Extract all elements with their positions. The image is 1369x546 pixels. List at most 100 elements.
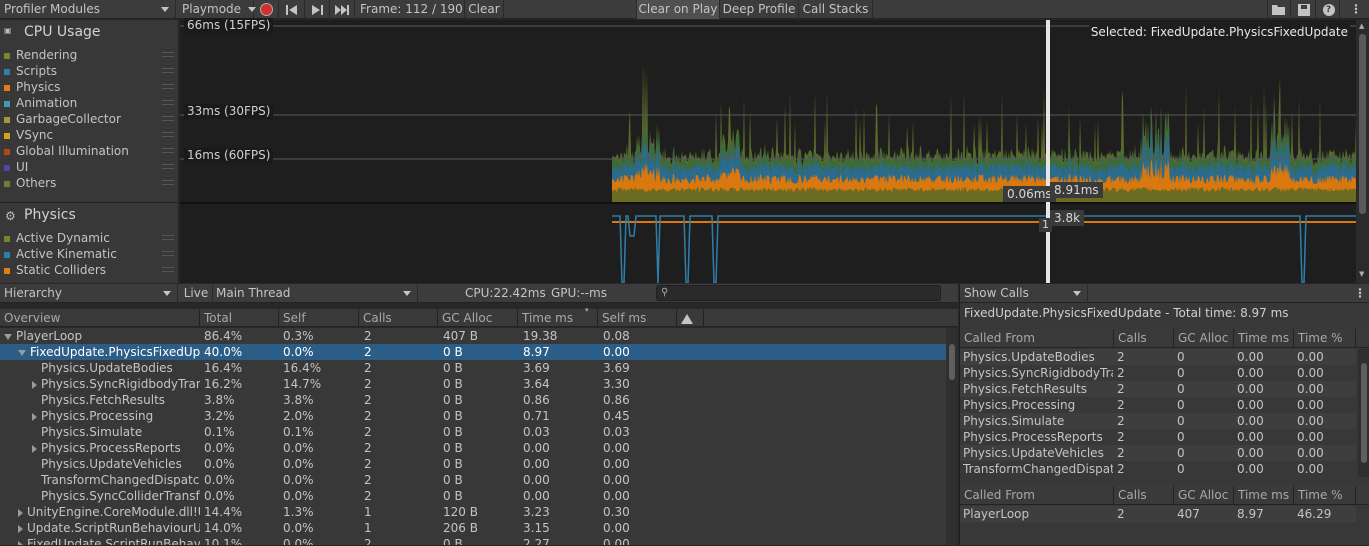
save-button[interactable] (1292, 0, 1316, 19)
load-button[interactable] (1267, 0, 1291, 19)
cpu-series-7[interactable]: UI (4, 159, 179, 175)
drag-handle-icon[interactable] (162, 251, 174, 256)
cpu-module-title[interactable]: CPU Usage (24, 24, 101, 40)
deep-profile-toggle[interactable]: Deep Profile (720, 0, 799, 19)
table-row[interactable]: UnityEngine.CoreModule.dll!UnityEngine 14… (0, 504, 946, 520)
drag-handle-icon[interactable] (162, 148, 174, 153)
scroll-up-icon[interactable]: ▲ (1359, 22, 1364, 30)
drag-handle-icon[interactable] (162, 84, 174, 89)
callers-scrollbar[interactable] (1358, 349, 1369, 477)
detail-column-0[interactable]: Called From (960, 486, 1114, 505)
drag-handle-icon[interactable] (162, 132, 174, 137)
expand-arrow-closed-icon[interactable] (18, 508, 23, 517)
detail-column-1[interactable]: Calls (1114, 329, 1174, 348)
detail-row[interactable]: PlayerLoop 2 407 8.97 46.29 (960, 506, 1356, 522)
cpu-series-0[interactable]: Rendering (4, 47, 179, 63)
playmode-dropdown[interactable]: Playmode (179, 0, 256, 19)
physics-series-1[interactable]: Active Kinematic (4, 246, 179, 262)
next-frame-button[interactable] (305, 0, 330, 19)
detail-column-1[interactable]: Calls (1114, 486, 1174, 505)
clear-button[interactable]: Clear (464, 0, 504, 19)
table-row[interactable]: FixedUpdate.ScriptRunBehaviourFixedUpdat… (0, 536, 946, 545)
column-gc-alloc[interactable]: GC Alloc (438, 309, 518, 327)
detail-row[interactable]: Physics.FetchResults 2 0 0.00 0.00 (960, 381, 1356, 397)
expand-arrow-closed-icon[interactable] (18, 540, 23, 545)
physics-series-2[interactable]: Static Colliders (4, 262, 179, 278)
detail-column-0[interactable]: Called From (960, 329, 1114, 348)
drag-handle-icon[interactable] (162, 52, 174, 57)
expand-arrow-open-icon[interactable] (4, 333, 12, 340)
table-row[interactable]: TransformChangedDispatch 0.0% 0.0% 2 0 B 0.00… (0, 472, 946, 488)
first-frame-button[interactable] (280, 0, 305, 19)
table-row[interactable]: FixedUpdate.PhysicsFixedUpdate 40.0% 0.0% 2… (0, 344, 946, 360)
detail-column-4[interactable]: Time % (1294, 329, 1356, 348)
expand-arrow-open-icon[interactable] (18, 349, 26, 356)
detail-column-3[interactable]: Time ms (1234, 329, 1294, 348)
drag-handle-icon[interactable] (162, 100, 174, 105)
clear-on-play-toggle[interactable]: Clear on Play (636, 0, 720, 19)
cpu-series-3[interactable]: Animation (4, 95, 179, 111)
detail-row[interactable]: Physics.UpdateVehicles 2 0 0.00 0.00 (960, 445, 1356, 461)
physics-series-0[interactable]: Active Dynamic (4, 230, 179, 246)
detail-row[interactable]: Physics.Simulate 2 0 0.00 0.00 (960, 413, 1356, 429)
drag-handle-icon[interactable] (162, 235, 174, 240)
table-row[interactable]: Physics.Simulate 0.1% 0.1% 2 0 B 0.03 0.03 (0, 424, 946, 440)
cpu-series-4[interactable]: GarbageCollector (4, 111, 179, 127)
table-row[interactable]: Physics.UpdateBodies 16.4% 16.4% 2 0 B 3.69 3.… (0, 360, 946, 376)
cpu-usage-chart[interactable]: 66ms (15FPS) 33ms (30FPS) 16ms (60FPS) S… (180, 18, 1356, 283)
drag-handle-icon[interactable] (162, 180, 174, 185)
drag-handle-icon[interactable] (162, 164, 174, 169)
table-row[interactable]: Physics.SyncRigidbodyTransforms 16.2% 14.7… (0, 376, 946, 392)
detail-row[interactable]: Physics.Processing 2 0 0.00 0.00 (960, 397, 1356, 413)
detail-column-2[interactable]: GC Alloc (1174, 329, 1234, 348)
physics-module-title[interactable]: Physics (24, 207, 76, 223)
chart-scrollbar[interactable]: ▲ ▼ (1356, 20, 1369, 283)
detail-row[interactable]: Physics.SyncRigidbodyTransforms 2 0 0.00 0.0… (960, 365, 1356, 381)
column-overview[interactable]: Overview (0, 309, 200, 327)
hierarchy-scrollbar-thumb[interactable] (949, 344, 955, 380)
view-type-dropdown[interactable]: Hierarchy (4, 284, 178, 303)
detail-row[interactable]: Physics.ProcessReports 2 0 0.00 0.00 (960, 429, 1356, 445)
cpu-series-1[interactable]: Scripts (4, 63, 179, 79)
column-total[interactable]: Total (200, 309, 279, 327)
detail-row[interactable]: Physics.UpdateBodies 2 0 0.00 0.00 (960, 349, 1356, 365)
drag-handle-icon[interactable] (162, 267, 174, 272)
hierarchy-scrollbar[interactable] (946, 328, 958, 545)
call-stacks-toggle[interactable]: Call Stacks (799, 0, 873, 19)
drag-handle-icon[interactable] (162, 116, 174, 121)
detail-row[interactable]: TransformChangedDispatch 2 0 0.00 0.00 (960, 461, 1356, 477)
search-input[interactable] (656, 285, 941, 301)
expand-arrow-closed-icon[interactable] (32, 444, 37, 453)
cpu-series-2[interactable]: Physics (4, 79, 179, 95)
live-toggle[interactable]: Live (180, 284, 213, 303)
table-row[interactable]: Physics.UpdateVehicles 0.0% 0.0% 2 0 B 0.00 0.… (0, 456, 946, 472)
cpu-series-8[interactable]: Others (4, 175, 179, 191)
table-row[interactable]: Physics.FetchResults 3.8% 3.8% 2 0 B 0.86 0.86 (0, 392, 946, 408)
scroll-down-icon[interactable]: ▼ (1359, 270, 1364, 278)
column-self-ms[interactable]: Self ms (598, 309, 677, 327)
cpu-series-5[interactable]: VSync (4, 127, 179, 143)
table-row[interactable]: Physics.SyncColliderTransforms 0.0% 0.0% 2 0… (0, 488, 946, 504)
more-options-icon[interactable]: ⋮ (1350, 0, 1362, 19)
expand-arrow-closed-icon[interactable] (18, 524, 23, 533)
table-row[interactable]: Physics.ProcessReports 0.0% 0.0% 2 0 B 0.00 0.… (0, 440, 946, 456)
expand-arrow-closed-icon[interactable] (32, 412, 37, 421)
profiler-modules-dropdown[interactable]: Profiler Modules (4, 0, 176, 19)
table-row[interactable]: Physics.Processing 3.2% 2.0% 2 0 B 0.71 0.45 (0, 408, 946, 424)
table-row[interactable]: Update.ScriptRunBehaviourUpdate 14.0% 0.0%… (0, 520, 946, 536)
selected-frame-marker[interactable] (1046, 20, 1050, 283)
drag-handle-icon[interactable] (162, 68, 174, 73)
show-calls-dropdown[interactable]: Show Calls (964, 284, 1088, 303)
callers-scrollbar-thumb[interactable] (1361, 363, 1367, 463)
record-button[interactable] (254, 0, 279, 19)
cpu-series-6[interactable]: Global Illumination (4, 143, 179, 159)
thread-dropdown[interactable]: Main Thread (216, 284, 418, 303)
help-button[interactable]: ? (1318, 0, 1340, 19)
column-calls[interactable]: Calls (359, 309, 438, 327)
detail-column-2[interactable]: GC Alloc (1174, 486, 1234, 505)
more-options-icon[interactable]: ⋮ (1354, 284, 1366, 303)
warning-column[interactable] (677, 309, 704, 327)
detail-column-3[interactable]: Time ms (1234, 486, 1294, 505)
expand-arrow-closed-icon[interactable] (32, 380, 37, 389)
column-self[interactable]: Self (279, 309, 359, 327)
